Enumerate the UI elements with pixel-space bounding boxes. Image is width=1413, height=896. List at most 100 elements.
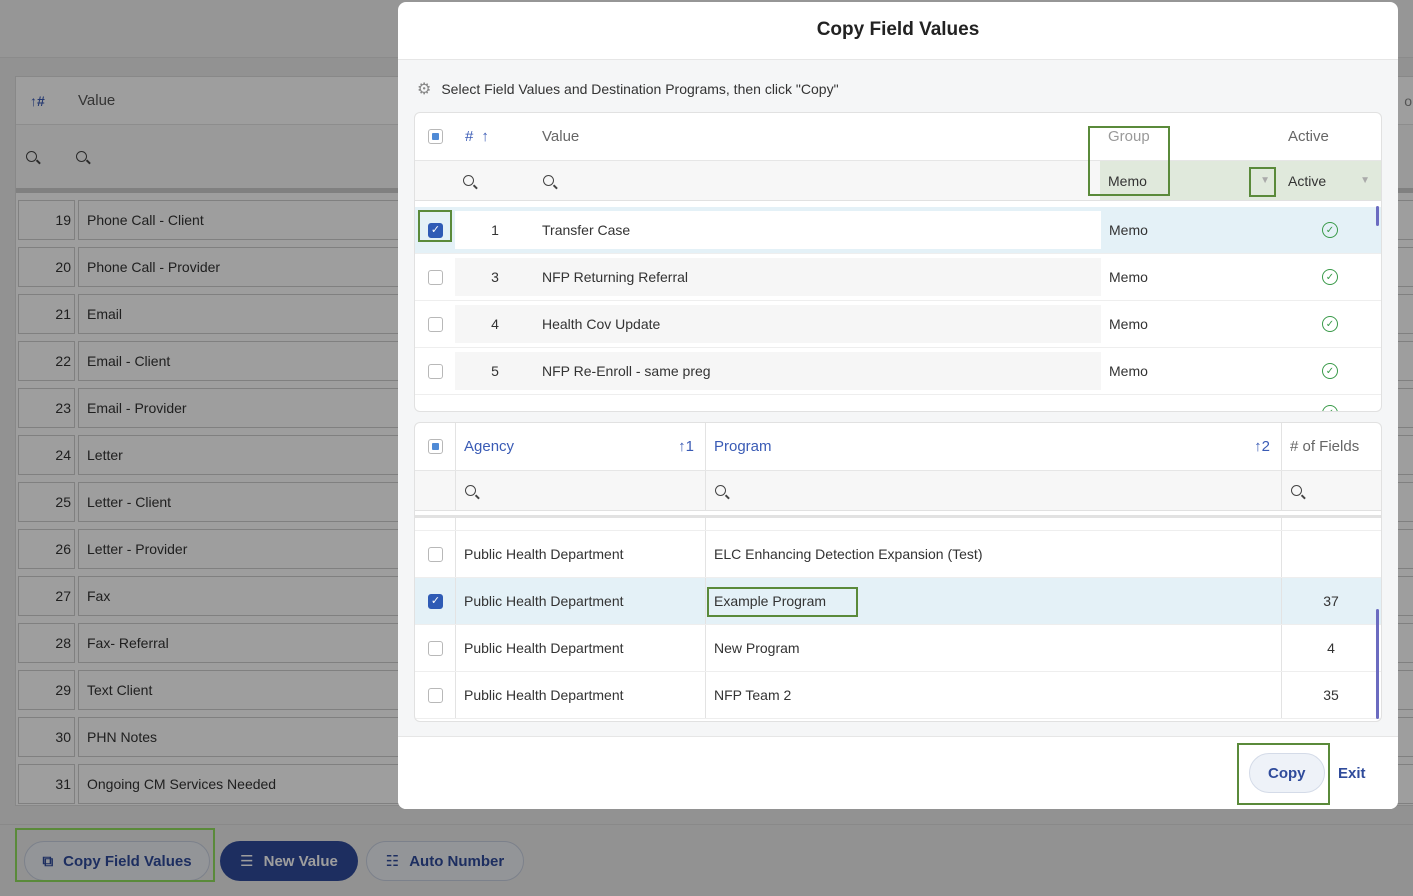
row-value: NFP Returning Referral [542, 269, 689, 285]
row-checkbox[interactable]: ✓ [428, 593, 443, 609]
row-checkbox[interactable] [428, 640, 443, 656]
column-divider [705, 672, 706, 718]
column-divider [705, 531, 706, 577]
column-divider [705, 625, 706, 671]
row-agency: Public Health Department [464, 640, 624, 656]
table-row[interactable]: Public Health Department ELC Enhancing De… [415, 531, 1381, 578]
column-divider [455, 578, 456, 624]
highlight-box [1249, 167, 1276, 197]
highlight-box [1088, 126, 1170, 196]
sort-asc-icon: ↑ [481, 128, 489, 145]
dialog-body: ⚙ Select Field Values and Destination Pr… [398, 60, 1398, 736]
program-column-header[interactable]: Program [714, 438, 772, 455]
search-icon[interactable] [543, 175, 554, 186]
active-check-icon: ✓ [1322, 363, 1338, 379]
checkbox-cell [428, 531, 443, 577]
column-divider [455, 672, 456, 718]
highlight-box [1237, 743, 1330, 805]
table-row[interactable]: ✓ Public Health Department Example Program… [415, 578, 1381, 625]
row-program: New Program [714, 640, 800, 656]
field-values-grid: # ↑ Value Group Active Memo ▼ Active ▼ ✓… [414, 112, 1382, 412]
row-number: 5 [491, 363, 499, 379]
table-row[interactable]: Public Health Department NFP Team 2 35 [415, 672, 1381, 719]
row-checkbox[interactable] [428, 316, 443, 332]
active-check-icon: ✓ [1322, 405, 1338, 411]
field-values-filter-row: Memo ▼ Active ▼ [415, 161, 1381, 201]
programs-header: Agency ↑1 Program ↑2 # of Fields [415, 423, 1381, 471]
row-checkbox[interactable] [428, 363, 443, 379]
active-filter-value: Active [1288, 172, 1327, 189]
program-sort-order: 2 [1261, 438, 1270, 455]
sort-asc-icon: ↑1 [678, 438, 694, 455]
field-values-rows: ✓ 1 Transfer Case Memo ✓ 3 NFP Returning Refer… [415, 205, 1381, 411]
value-cell: 1 Transfer Case [455, 211, 1101, 249]
search-icon[interactable] [715, 485, 726, 496]
programs-rows: Public Health DepartmentDoula23Public He… [415, 515, 1381, 721]
row-number: 3 [491, 269, 499, 285]
active-cell: ✓ [1322, 395, 1338, 411]
search-icon[interactable] [1291, 485, 1302, 496]
value-column-header[interactable]: Value [542, 128, 579, 145]
active-cell: ✓ [1322, 301, 1338, 347]
row-fields-count [1281, 531, 1381, 577]
fields-count-column-header[interactable]: # of Fields [1290, 438, 1359, 455]
table-row[interactable]: Public Health Department New Program 4 [415, 625, 1381, 672]
highlight-box [418, 210, 452, 242]
column-divider [705, 578, 706, 624]
instruction-text: Select Field Values and Destination Prog… [441, 81, 839, 97]
row-program: ELC Enhancing Detection Expansion (Test) [714, 546, 983, 562]
table-row[interactable]: 3 NFP Returning Referral Memo ✓ [415, 254, 1381, 301]
programs-scrollbar[interactable] [1376, 609, 1379, 719]
select-all-programs-checkbox[interactable] [428, 439, 443, 454]
row-group: Memo [1109, 316, 1148, 332]
number-column-header[interactable]: # [465, 128, 473, 145]
row-checkbox[interactable] [428, 546, 443, 562]
table-row[interactable]: 4 Health Cov Update Memo ✓ [415, 301, 1381, 348]
agency-column-header[interactable]: Agency [464, 438, 514, 455]
row-number: 1 [491, 222, 499, 238]
column-divider [455, 625, 456, 671]
row-group: Memo [1109, 363, 1148, 379]
row-fields-count: 35 [1323, 687, 1339, 703]
row-agency: Public Health Department [464, 593, 624, 609]
programs-filter-row [415, 471, 1381, 511]
row-checkbox[interactable] [428, 687, 443, 703]
row-value: Health Cov Update [542, 316, 661, 332]
row-group: Memo [1109, 222, 1148, 238]
active-cell: ✓ [1322, 348, 1338, 394]
active-cell: ✓ [1322, 207, 1338, 253]
info-gear-icon: ⚙ [417, 81, 432, 98]
row-program: NFP Team 2 [714, 687, 792, 703]
checkbox-cell [428, 348, 443, 394]
checkbox-cell: ✓ [428, 578, 443, 624]
row-agency: Public Health Department [464, 687, 624, 703]
active-column-header[interactable]: Active [1288, 128, 1329, 145]
exit-button[interactable]: Exit [1338, 765, 1366, 782]
checkbox-cell [428, 301, 443, 347]
header-shadow [415, 515, 1381, 518]
checkbox-cell [428, 254, 443, 300]
dialog-title: Copy Field Values [398, 2, 1398, 60]
value-cell: 4 Health Cov Update [455, 305, 1101, 343]
table-row[interactable]: 5 NFP Re-Enroll - same preg Memo ✓ [415, 348, 1381, 395]
select-all-values-checkbox[interactable] [428, 129, 443, 144]
row-fields-count: 4 [1327, 640, 1335, 656]
table-row[interactable]: ✓ 1 Transfer Case Memo ✓ [415, 207, 1381, 254]
highlight-box [15, 828, 215, 882]
active-filter-select[interactable]: Active ▼ [1280, 161, 1381, 200]
search-icon[interactable] [465, 485, 476, 496]
row-number: 4 [491, 316, 499, 332]
active-cell: ✓ [1322, 254, 1338, 300]
programs-grid: Agency ↑1 Program ↑2 # of Fields Public … [414, 422, 1382, 722]
values-scrollbar[interactable] [1376, 206, 1379, 226]
instruction-row: ⚙ Select Field Values and Destination Pr… [417, 79, 839, 99]
checkbox-cell [428, 625, 443, 671]
row-fields-count: 37 [1323, 593, 1339, 609]
active-check-icon: ✓ [1322, 316, 1338, 332]
row-checkbox[interactable] [428, 269, 443, 285]
search-icon[interactable] [463, 175, 474, 186]
chevron-down-icon[interactable]: ▼ [1360, 175, 1370, 186]
field-values-header: # ↑ Value Group Active [415, 113, 1381, 161]
value-cell: 3 NFP Returning Referral [455, 258, 1101, 296]
table-row[interactable]: ✓ [415, 395, 1381, 411]
